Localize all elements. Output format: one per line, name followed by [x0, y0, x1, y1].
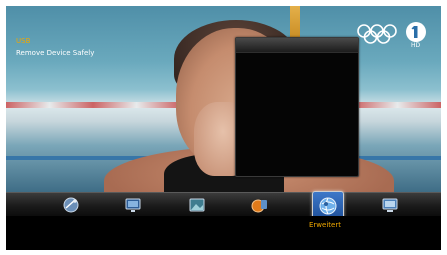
menu-item-media[interactable] [249, 195, 271, 215]
popup-title-bar [236, 38, 358, 53]
selected-menu-label: Erweitert [309, 221, 341, 229]
tv-screen: HD USB Remove Device Safely Erweitert [6, 6, 441, 250]
olympic-rings-icon [357, 24, 397, 44]
menu-item-tv-settings[interactable] [122, 195, 144, 215]
tv-video-background: HD [6, 6, 441, 192]
main-menu-bar [6, 191, 441, 221]
menu-item-satellite[interactable] [60, 195, 82, 215]
channel-hd-tag: HD [411, 42, 421, 49]
channel-one-logo-icon [406, 22, 426, 42]
starting-block-pole [290, 6, 300, 40]
menu-description-area [6, 216, 441, 250]
menu-item-system[interactable] [379, 195, 401, 215]
globe-advanced-icon [319, 197, 337, 215]
popup-title: USB [16, 37, 31, 45]
menu-item-picture[interactable] [186, 195, 208, 215]
tv-settings-icon [125, 198, 141, 212]
satellite-icon [63, 197, 79, 213]
media-icon [251, 199, 267, 213]
usb-popup-menu [235, 37, 359, 177]
remove-device-safely-option[interactable]: Remove Device Safely [16, 49, 94, 57]
system-monitor-icon [382, 198, 398, 212]
picture-icon [189, 198, 205, 212]
